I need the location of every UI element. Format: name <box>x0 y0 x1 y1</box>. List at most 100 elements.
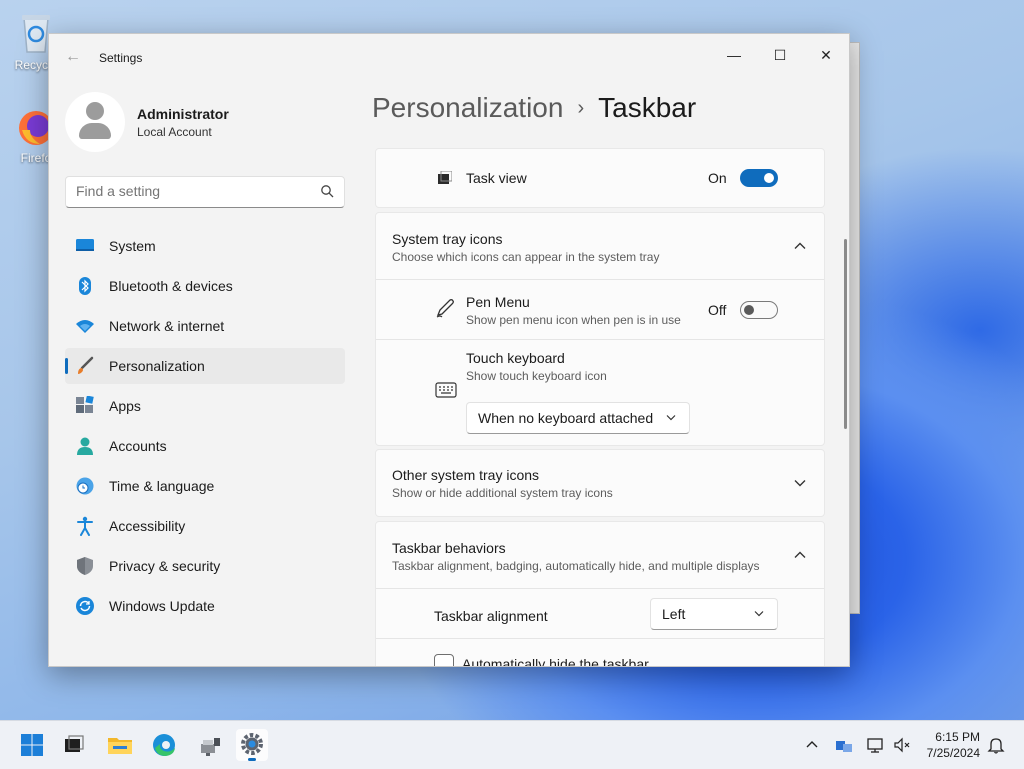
pen-menu-toggle[interactable] <box>740 301 778 319</box>
search-box <box>65 176 345 208</box>
search-icon[interactable] <box>320 184 334 198</box>
file-explorer-button[interactable] <box>104 729 136 761</box>
apps-icon <box>76 396 94 413</box>
divider <box>376 339 824 340</box>
chevron-up-icon[interactable] <box>793 239 807 253</box>
sidebar-item-privacy-security[interactable]: Privacy & security <box>65 548 345 584</box>
task-view-label: Task view <box>466 170 527 186</box>
sidebar-item-label: Apps <box>109 398 141 414</box>
notification-icon[interactable] <box>986 735 1006 755</box>
toggle-knob <box>764 173 774 183</box>
settings-icon <box>241 733 263 755</box>
accessibility-icon <box>77 516 93 536</box>
update-icon <box>76 597 94 615</box>
edge-button[interactable] <box>148 729 180 761</box>
divider <box>376 279 824 280</box>
avatar-body <box>79 123 111 139</box>
sidebar-item-time-language[interactable]: Time & language <box>65 468 345 504</box>
sidebar-nav: System Bluetooth & devices Network & int… <box>65 228 345 628</box>
window-title: Settings <box>99 51 143 65</box>
taskbar-behaviors-section: Taskbar behaviors Taskbar alignment, bad… <box>375 521 825 666</box>
taskbar-alignment-label: Taskbar alignment <box>434 608 548 624</box>
auto-hide-checkbox[interactable] <box>434 654 454 666</box>
pen-menu-title: Pen Menu <box>466 294 530 310</box>
sidebar-item-system[interactable]: System <box>65 228 345 264</box>
avatar[interactable] <box>65 92 125 152</box>
dropdown-value: When no keyboard attached <box>478 410 654 426</box>
bluetooth-icon <box>79 277 91 295</box>
running-indicator <box>248 758 256 761</box>
breadcrumb: Personalization › Taskbar <box>372 92 696 124</box>
system-tray-subtitle: Choose which icons can appear in the sys… <box>392 250 660 264</box>
other-tray-title: Other system tray icons <box>392 467 540 483</box>
sidebar-item-label: Time & language <box>109 478 215 494</box>
sidebar-item-label: Network & internet <box>109 318 225 334</box>
volume-muted-icon[interactable] <box>892 735 912 755</box>
search-input[interactable] <box>66 177 326 205</box>
pen-menu-subtitle: Show pen menu icon when pen is in use <box>466 313 681 327</box>
network-app-button[interactable] <box>194 729 226 761</box>
chevron-down-icon <box>754 611 764 617</box>
auto-hide-label: Automatically hide the taskbar <box>462 656 649 666</box>
touch-keyboard-dropdown[interactable]: When no keyboard attached <box>466 402 690 434</box>
sidebar-item-network[interactable]: Network & internet <box>65 308 345 344</box>
sidebar-item-label: Windows Update <box>109 598 215 614</box>
breadcrumb-parent[interactable]: Personalization <box>372 92 563 123</box>
maximize-button[interactable]: ☐ <box>757 40 803 70</box>
system-tray-title: System tray icons <box>392 231 503 247</box>
clock-date[interactable]: 7/25/2024 <box>920 746 980 760</box>
task-view-row: Task view On <box>375 148 825 208</box>
settings-taskbar-button[interactable] <box>236 729 268 761</box>
chevron-up-icon[interactable] <box>793 548 807 562</box>
shield-icon <box>77 557 93 575</box>
taskbar-behaviors-title: Taskbar behaviors <box>392 540 506 556</box>
chevron-down-icon[interactable] <box>793 476 807 490</box>
settings-window: ← Settings — ☐ ✕ Administrator Local Acc… <box>48 33 850 667</box>
keyboard-icon <box>435 382 457 398</box>
language-bar-icon[interactable] <box>834 735 854 755</box>
scrollbar-thumb[interactable] <box>844 239 847 429</box>
divider <box>376 588 824 589</box>
task-view-icon <box>65 735 84 752</box>
touch-keyboard-subtitle: Show touch keyboard icon <box>466 369 607 383</box>
start-button[interactable] <box>16 729 48 761</box>
sidebar-item-personalization[interactable]: Personalization <box>65 348 345 384</box>
title-bar: ← Settings — ☐ ✕ <box>49 34 849 82</box>
file-explorer-icon <box>108 738 132 754</box>
sidebar-item-label: Bluetooth & devices <box>109 278 233 294</box>
chevron-up-icon[interactable] <box>802 735 822 755</box>
task-view-taskbar-button[interactable] <box>58 729 90 761</box>
taskbar-alignment-dropdown[interactable]: Left <box>650 598 778 630</box>
sidebar-item-label: System <box>109 238 156 254</box>
other-tray-section[interactable]: Other system tray icons Show or hide add… <box>375 449 825 517</box>
network-icon[interactable] <box>866 735 886 755</box>
sidebar-item-label: Accessibility <box>109 518 186 534</box>
sidebar-item-apps[interactable]: Apps <box>65 388 345 424</box>
breadcrumb-separator: › <box>577 97 585 119</box>
page-title: Taskbar <box>598 92 697 123</box>
sidebar-item-label: Accounts <box>109 438 167 454</box>
brush-icon <box>78 356 94 374</box>
pen-menu-state: Off <box>708 302 727 318</box>
start-icon <box>21 734 43 756</box>
touch-keyboard-title: Touch keyboard <box>466 350 565 366</box>
profile-name: Administrator <box>137 106 229 122</box>
taskbar: 6:15 PM 7/25/2024 <box>0 720 1024 769</box>
system-tray-section: System tray icons Choose which icons can… <box>375 212 825 446</box>
edge-icon <box>153 734 175 756</box>
dropdown-value: Left <box>662 606 686 622</box>
close-button[interactable]: ✕ <box>803 40 849 70</box>
sidebar-item-windows-update[interactable]: Windows Update <box>65 588 345 624</box>
sidebar-item-accounts[interactable]: Accounts <box>65 428 345 464</box>
network-app-icon <box>201 738 220 756</box>
sidebar-item-accessibility[interactable]: Accessibility <box>65 508 345 544</box>
back-arrow-icon[interactable]: ← <box>65 48 81 66</box>
task-view-state: On <box>708 170 727 186</box>
profile-subtitle: Local Account <box>137 125 212 139</box>
globe-clock-icon <box>76 477 94 495</box>
taskbar-behaviors-subtitle: Taskbar alignment, badging, automaticall… <box>392 559 760 573</box>
task-view-toggle[interactable] <box>740 169 778 187</box>
clock-time[interactable]: 6:15 PM <box>928 730 980 744</box>
sidebar-item-bluetooth-devices[interactable]: Bluetooth & devices <box>65 268 345 304</box>
minimize-button[interactable]: — <box>711 40 757 70</box>
